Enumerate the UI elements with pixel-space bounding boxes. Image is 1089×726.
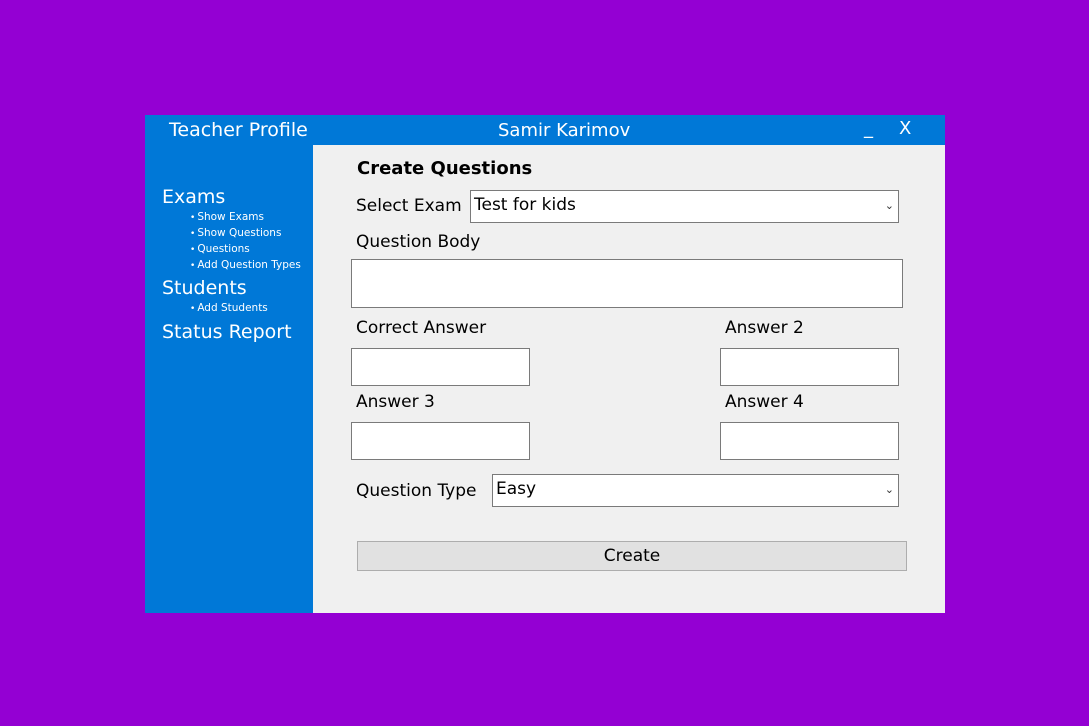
- answer-4-field[interactable]: [720, 422, 899, 460]
- sidebar-item-status-report[interactable]: Status Report: [162, 320, 292, 344]
- sidebar-item-show-questions[interactable]: • Show Questions: [190, 226, 281, 241]
- bullet-icon: •: [190, 213, 196, 223]
- correct-answer-field[interactable]: [351, 348, 530, 386]
- select-exam-value: Test for kids: [474, 195, 576, 215]
- sidebar-item-questions[interactable]: • Questions: [190, 242, 250, 257]
- profile-title: Teacher Profile: [169, 119, 308, 141]
- bullet-icon: •: [190, 229, 196, 239]
- minimize-button[interactable]: _: [864, 117, 873, 141]
- question-type-value: Easy: [496, 479, 537, 499]
- question-body-field[interactable]: [351, 259, 903, 308]
- question-body-label: Question Body: [356, 232, 481, 252]
- teacher-profile-window: Teacher Profile Samir Karimov _ X Exams …: [145, 115, 945, 613]
- sidebar-item-add-question-types[interactable]: • Add Question Types: [190, 258, 301, 273]
- chevron-down-icon: ⌄: [884, 483, 894, 496]
- sidebar-item-add-students[interactable]: • Add Students: [190, 301, 268, 316]
- sidebar-item-label: Show Questions: [197, 227, 282, 239]
- sidebar-item-label: Add Question Types: [197, 259, 301, 271]
- sidebar: Exams • Show Exams • Show Questions • Quest…: [145, 145, 313, 613]
- sidebar-item-exams[interactable]: Exams: [162, 185, 225, 209]
- sidebar-item-label: Show Exams: [197, 211, 264, 223]
- close-button[interactable]: X: [899, 117, 911, 141]
- select-exam-dropdown[interactable]: Test for kids ⌄: [470, 190, 899, 223]
- sidebar-item-show-exams[interactable]: • Show Exams: [190, 210, 264, 225]
- create-button[interactable]: Create: [357, 541, 907, 571]
- bullet-icon: •: [190, 261, 196, 271]
- chevron-down-icon: ⌄: [884, 199, 894, 212]
- question-type-label: Question Type: [356, 481, 477, 501]
- correct-answer-label: Correct Answer: [356, 318, 487, 338]
- bullet-icon: •: [190, 304, 196, 314]
- user-name: Samir Karimov: [498, 120, 631, 141]
- select-exam-label: Select Exam: [356, 196, 462, 216]
- bullet-icon: •: [190, 245, 196, 255]
- answer-3-field[interactable]: [351, 422, 530, 460]
- sidebar-item-students[interactable]: Students: [162, 276, 247, 300]
- answer-2-label: Answer 2: [725, 318, 804, 338]
- answer-4-label: Answer 4: [725, 392, 804, 412]
- title-bar[interactable]: Teacher Profile Samir Karimov _ X: [145, 115, 945, 145]
- page-title: Create Questions: [357, 158, 533, 179]
- answer-3-label: Answer 3: [356, 392, 435, 412]
- answer-2-field[interactable]: [720, 348, 899, 386]
- question-type-dropdown[interactable]: Easy ⌄: [492, 474, 899, 507]
- sidebar-item-label: Add Students: [197, 302, 268, 314]
- sidebar-item-label: Questions: [197, 243, 250, 255]
